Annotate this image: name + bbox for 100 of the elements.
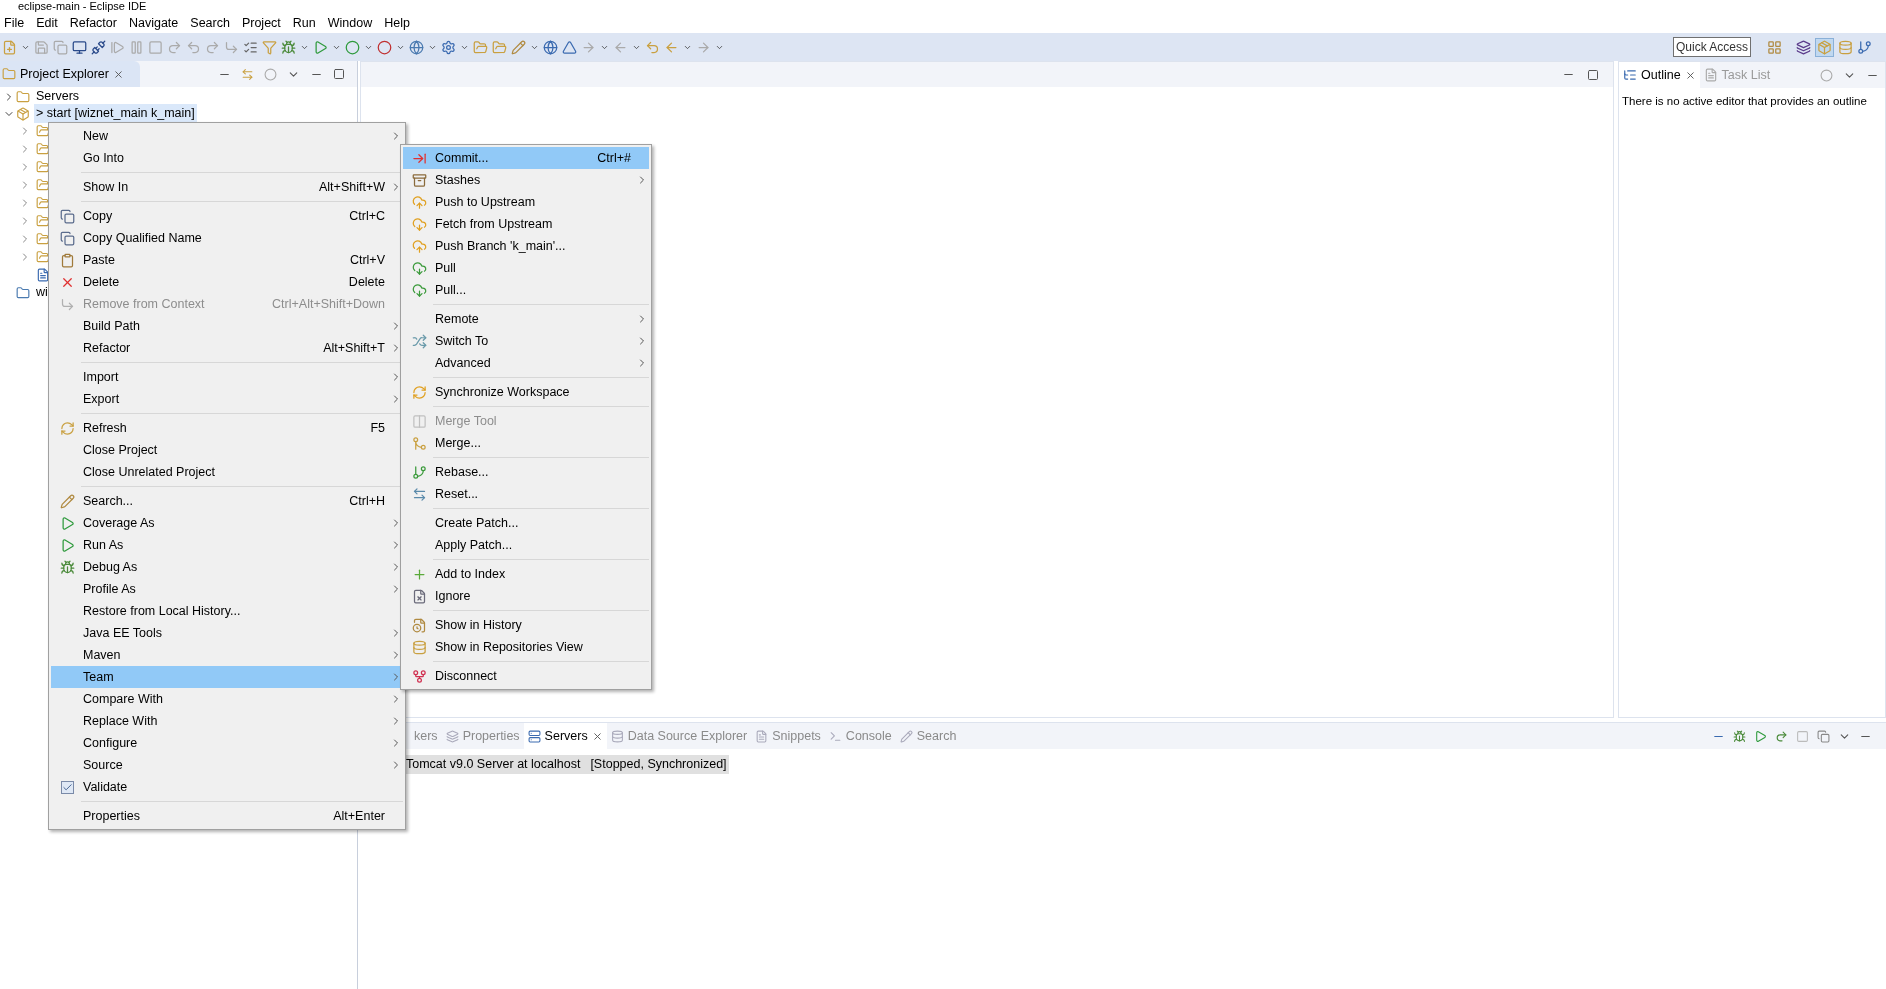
menu-item[interactable]: Coverage As [51, 512, 403, 534]
menu-item[interactable]: New [51, 125, 403, 147]
tree-item[interactable]: wi [34, 283, 50, 302]
folder-icon[interactable] [36, 160, 50, 174]
menu-item[interactable]: Push Branch 'k_main'... [403, 235, 649, 257]
menu-item[interactable]: Switch To [403, 330, 649, 352]
arrow-icon[interactable] [581, 39, 596, 55]
package-icon[interactable] [1817, 39, 1832, 55]
list-icon[interactable] [243, 39, 258, 55]
menu-bar-item[interactable]: Navigate [124, 13, 183, 33]
step-icon[interactable] [205, 39, 220, 55]
monitor-icon[interactable] [72, 39, 87, 55]
view-tab[interactable]: Servers [523, 723, 607, 749]
database-icon[interactable] [1838, 39, 1853, 55]
close-icon[interactable] [112, 68, 124, 80]
menu-bar-item[interactable]: Run [288, 13, 320, 33]
menu-item[interactable]: Apply Patch... [403, 534, 649, 556]
menu-item[interactable]: Copy Ctrl+C [51, 205, 403, 227]
menu-item[interactable]: Close Project [51, 439, 403, 461]
file-icon[interactable] [36, 268, 50, 282]
menu-item[interactable]: Replace With [51, 710, 403, 732]
new-file-icon[interactable] [2, 39, 17, 55]
menu-bar-item[interactable]: Search [186, 13, 234, 33]
play-icon[interactable] [313, 39, 328, 55]
step-icon[interactable] [186, 39, 201, 55]
step-icon[interactable] [167, 39, 182, 55]
bug-icon[interactable] [281, 39, 296, 55]
folder-icon[interactable] [36, 124, 50, 138]
menu-item[interactable]: Show in History [403, 614, 649, 636]
maximize-icon[interactable] [333, 67, 345, 80]
menu-item[interactable]: Restore from Local History... [51, 600, 403, 622]
menu-item[interactable]: Properties Alt+Enter [51, 805, 403, 827]
menu-item[interactable]: Team [51, 666, 403, 688]
menu-item[interactable]: Search... Ctrl+H [51, 490, 403, 512]
plug-icon[interactable] [91, 39, 106, 55]
folder-icon[interactable] [36, 196, 50, 210]
save-icon[interactable] [34, 39, 49, 55]
menu-item[interactable]: Go Into [51, 147, 403, 169]
menu-item[interactable]: Push to Upstream [403, 191, 649, 213]
menu-bar-item[interactable]: File [0, 13, 29, 33]
folder-icon[interactable] [492, 39, 507, 55]
menu-item[interactable]: Copy Qualified Name [51, 227, 403, 249]
menu-item[interactable]: Refactor Alt+Shift+T [51, 337, 403, 359]
triangle-icon[interactable] [562, 39, 577, 55]
menu-item[interactable]: Close Unrelated Project [51, 461, 403, 483]
back-icon[interactable] [664, 39, 679, 55]
pause-icon[interactable] [129, 39, 144, 55]
menu-bar-item[interactable]: Help [380, 13, 414, 33]
menu-item[interactable]: Java EE Tools [51, 622, 403, 644]
folder-icon[interactable] [36, 250, 50, 264]
menu-item[interactable]: Source [51, 754, 403, 776]
menu-item[interactable]: Debug As [51, 556, 403, 578]
stop-icon[interactable] [1796, 729, 1809, 743]
menu-item[interactable]: Compare With [51, 688, 403, 710]
menu-item[interactable]: Profile As [51, 578, 403, 600]
copy-icon[interactable] [1817, 729, 1830, 743]
menu-item[interactable]: Pull... [403, 279, 649, 301]
menu-bar-item[interactable]: Project [237, 13, 285, 33]
grid-icon[interactable] [1767, 39, 1782, 55]
menu-item[interactable]: Refresh F5 [51, 417, 403, 439]
forward-icon[interactable] [696, 39, 711, 55]
folder-icon[interactable] [473, 39, 488, 55]
stop-icon[interactable] [148, 39, 163, 55]
pencil-icon[interactable] [511, 39, 526, 55]
menu-item[interactable]: Show in Repositories View [403, 636, 649, 658]
menu-item[interactable]: Export [51, 388, 403, 410]
menu-item[interactable]: Disconnect [403, 665, 649, 687]
menu-item[interactable]: Show In Alt+Shift+W [51, 176, 403, 198]
menu-item[interactable]: Stashes [403, 169, 649, 191]
project-explorer-tab[interactable]: Project Explorer [0, 61, 140, 87]
quick-access-field[interactable]: Quick Access [1673, 37, 1751, 57]
menu-item[interactable]: Remote [403, 308, 649, 330]
server-row[interactable]: Tomcat v9.0 Server at localhost [Stopped, Synchronized] [404, 755, 729, 774]
menu-item[interactable]: Paste Ctrl+V [51, 249, 403, 271]
branch-icon[interactable] [1857, 39, 1872, 55]
menu-item[interactable]: Fetch from Upstream [403, 213, 649, 235]
menu-item[interactable]: Delete Delete [51, 271, 403, 293]
folder-icon[interactable] [36, 178, 50, 192]
menu-bar-item[interactable]: Window [323, 13, 377, 33]
folder-icon[interactable] [36, 142, 50, 156]
menu-item[interactable]: Merge... [403, 432, 649, 454]
gear-icon[interactable] [441, 39, 456, 55]
menu-item[interactable]: Maven [51, 644, 403, 666]
play-icon[interactable] [1754, 729, 1767, 743]
menu-item[interactable]: Validate [51, 776, 403, 798]
layers-icon[interactable] [1796, 39, 1811, 55]
close-icon[interactable] [1684, 69, 1696, 81]
menu-item[interactable]: Run As [51, 534, 403, 556]
folder-icon[interactable] [36, 232, 50, 246]
menu-bar-item[interactable]: Refactor [65, 13, 121, 33]
close-icon[interactable] [591, 730, 603, 742]
menu-item[interactable]: Add to Index [403, 563, 649, 585]
globe-icon[interactable] [543, 39, 558, 55]
menu-item[interactable]: Ignore [403, 585, 649, 607]
tree-item[interactable]: Servers [34, 87, 82, 106]
view-tab[interactable]: Outline [1619, 62, 1700, 88]
tree-item[interactable]: > start [wiznet_main k_main] [34, 104, 197, 123]
menu-item[interactable]: Pull [403, 257, 649, 279]
menu-bar-item[interactable]: Edit [32, 13, 62, 33]
menu-item[interactable]: Commit... Ctrl+# [403, 147, 649, 169]
